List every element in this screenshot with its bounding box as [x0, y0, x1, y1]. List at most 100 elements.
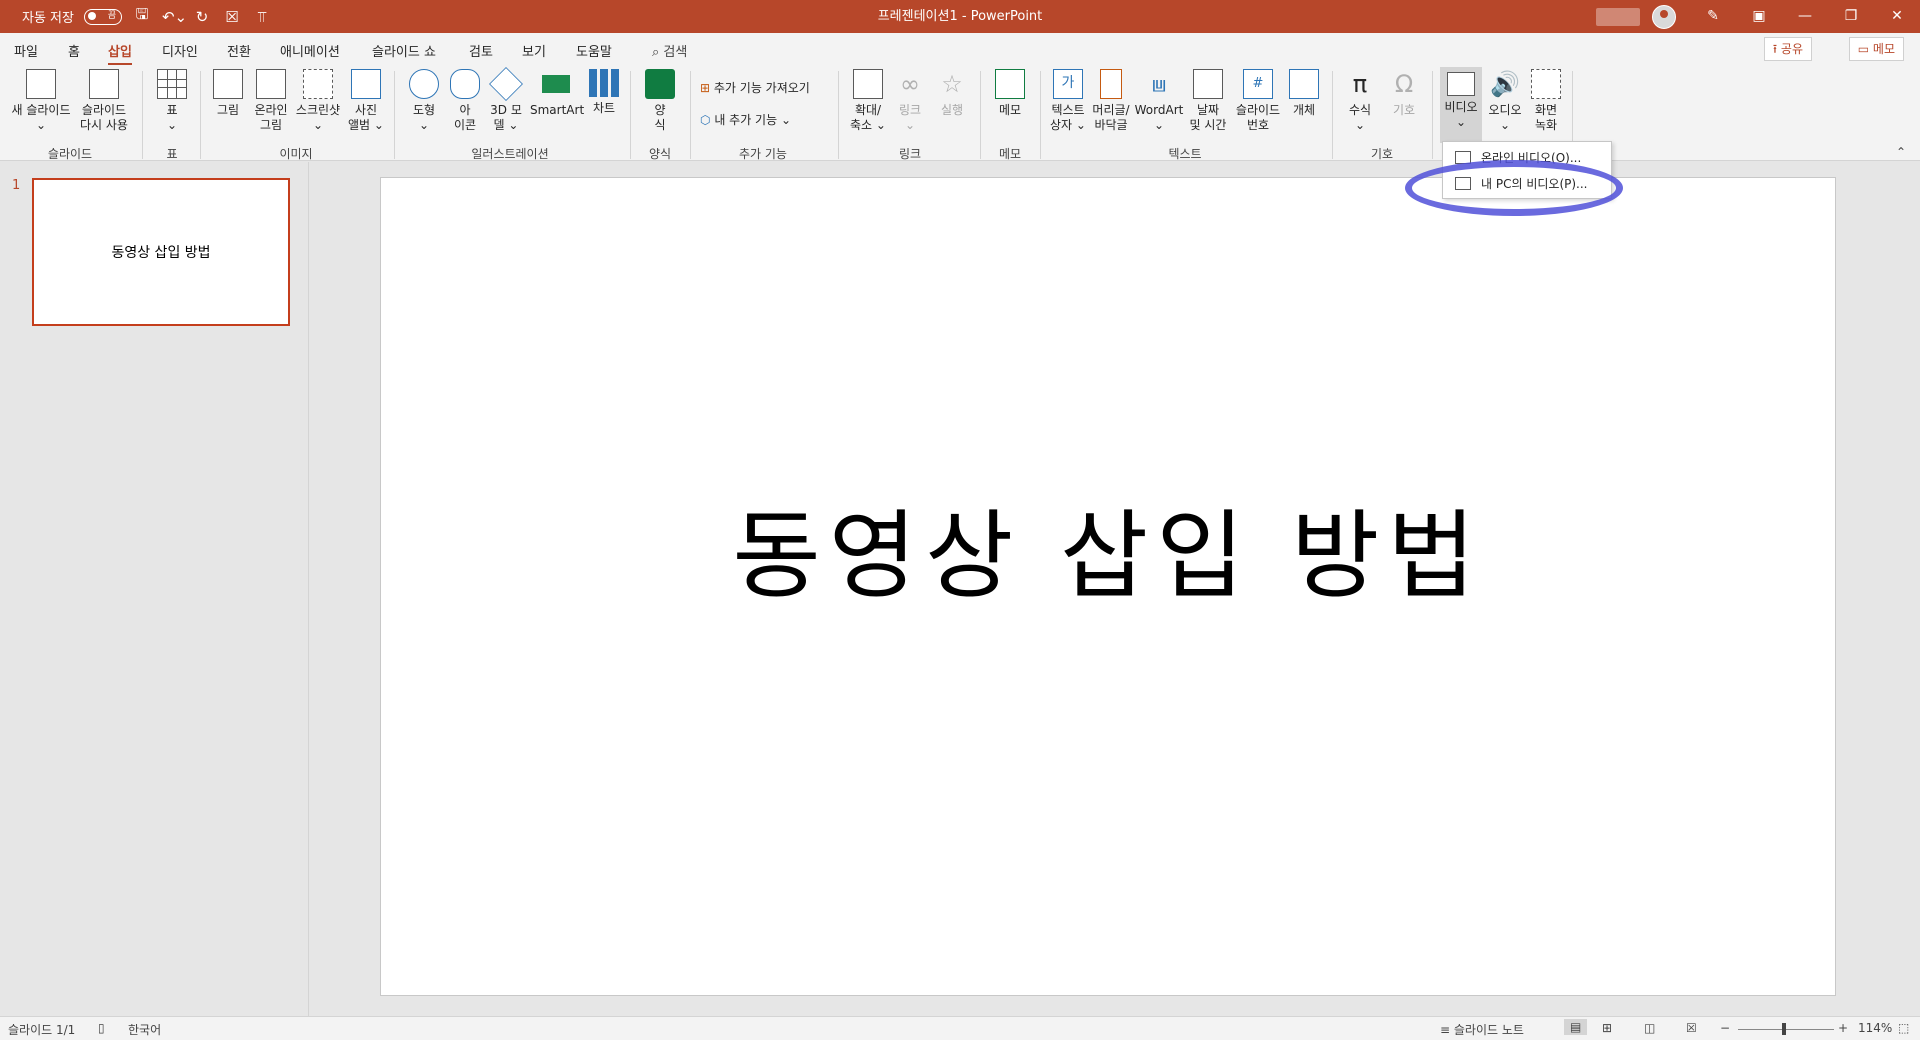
search-box[interactable]: ⌕ 검색 — [652, 41, 687, 60]
equation-button[interactable]: π 수식 ⌄ — [1340, 69, 1380, 133]
tab-transitions[interactable]: 전환 — [227, 41, 251, 60]
slide-thumbnail[interactable]: 동영상 삽입 방법 — [32, 178, 290, 326]
tab-animations[interactable]: 애니메이션 — [280, 41, 340, 60]
slide-number-button[interactable]: # 슬라이드 번호 — [1232, 69, 1284, 133]
icons-button[interactable]: 아 이콘 — [450, 69, 480, 133]
present-from-start-icon[interactable]: ☒ — [222, 8, 242, 26]
action-button[interactable]: ☆ 실행 — [934, 69, 970, 118]
zoom-slider-thumb[interactable] — [1782, 1023, 1786, 1035]
header-footer-icon — [1100, 69, 1122, 99]
slide-canvas[interactable]: 동영상 삽입 방법 — [380, 177, 1836, 996]
screenshot-button[interactable]: 스크린샷 ⌄ — [294, 69, 342, 133]
ribbon-tabs: 파일 홈 삽입 디자인 전환 애니메이션 슬라이드 쇼 검토 보기 도움말 ⌕ … — [0, 33, 1920, 66]
autosave-toggle[interactable]: 끔 — [83, 8, 122, 25]
picture-button[interactable]: 그림 — [208, 69, 248, 118]
pi-icon: π — [1352, 70, 1368, 98]
share-button[interactable]: ⭱ 공유 — [1763, 37, 1812, 61]
reuse-slides-button[interactable]: 슬라이드 다시 사용 — [76, 69, 132, 133]
table-icon — [157, 69, 187, 99]
normal-view-icon[interactable]: ▤ — [1564, 1019, 1588, 1035]
slide-sorter-icon[interactable]: ⊞ — [1602, 1021, 1612, 1035]
video-button[interactable]: 비디오 ⌄ — [1440, 69, 1482, 130]
save-icon[interactable]: 🖫 — [132, 4, 152, 29]
comment-button[interactable]: 메모 — [990, 69, 1030, 118]
undo-icon[interactable]: ↶⌄ — [162, 8, 187, 26]
table-button[interactable]: 표 ⌄ — [150, 69, 194, 133]
photo-album-button[interactable]: 사진 앨범 ⌄ — [344, 69, 388, 133]
avatar[interactable] — [1652, 4, 1676, 29]
zoom-button[interactable]: 확대/축소 ⌄ — [846, 69, 890, 133]
header-footer-button[interactable]: 머리글/바닥글 — [1090, 69, 1132, 133]
wordart-button[interactable]: ⩏ WordArt ⌄ — [1134, 69, 1184, 133]
link-icon: ∞ — [900, 70, 920, 98]
3d-models-button[interactable]: 3D 모델 ⌄ — [486, 67, 526, 133]
audio-button[interactable]: 🔊 오디오 ⌄ — [1484, 69, 1526, 133]
screen-recording-button[interactable]: 화면 녹화 — [1528, 69, 1564, 133]
tab-view[interactable]: 보기 — [522, 41, 546, 60]
symbol-button[interactable]: Ω 기호 — [1384, 69, 1424, 118]
slide-editor: 동영상 삽입 방법 — [310, 162, 1920, 1016]
group-separator — [200, 71, 201, 159]
textbox-icon: 가 — [1053, 69, 1083, 99]
accessibility-icon[interactable]: ▯ — [98, 1021, 105, 1035]
calendar-icon — [1193, 69, 1223, 99]
language-label[interactable]: 한국어 — [128, 1021, 161, 1038]
redo-icon[interactable]: ↻ — [192, 8, 212, 26]
fit-to-window-icon[interactable]: ⬚ — [1898, 1021, 1909, 1035]
autosave-label: 자동 저장 — [22, 11, 74, 26]
group-separator — [394, 71, 395, 159]
forms-icon — [645, 69, 675, 99]
icons-icon — [450, 69, 480, 99]
slide-thumbnail-panel: 1 동영상 삽입 방법 — [0, 162, 309, 1016]
picture-icon — [213, 69, 243, 99]
link-button[interactable]: ∞ 링크 ⌄ — [892, 69, 928, 133]
zoom-out-icon[interactable]: − — [1720, 1021, 1730, 1035]
omega-icon: Ω — [1394, 70, 1414, 98]
new-slide-button[interactable]: 새 슬라이드 ⌄ — [8, 69, 74, 133]
close-button[interactable]: ✕ — [1874, 0, 1920, 33]
slide-count: 슬라이드 1/1 — [8, 1023, 76, 1037]
get-addins-button[interactable]: ⊞ 추가 기능 가져오기 — [700, 79, 810, 96]
new-slide-icon — [26, 69, 56, 99]
slideshow-view-icon[interactable]: ☒ — [1686, 1021, 1697, 1035]
zoom-in-icon[interactable]: + — [1838, 1021, 1848, 1035]
object-button[interactable]: 개체 — [1286, 69, 1322, 118]
collapse-ribbon-icon[interactable]: ⌃ — [1896, 145, 1906, 159]
textbox-button[interactable]: 가 텍스트 상자 ⌄ — [1046, 69, 1090, 133]
shapes-button[interactable]: 도형 ⌄ — [402, 69, 446, 133]
pen-icon[interactable]: ✎ — [1690, 0, 1736, 33]
restore-button[interactable]: ❐ — [1828, 0, 1874, 33]
my-addins-button[interactable]: ⬡ 내 추가 기능 ⌄ — [700, 111, 791, 128]
smartart-button[interactable]: SmartArt — [530, 69, 584, 118]
online-picture-button[interactable]: 온라인 그림 — [250, 69, 292, 133]
account-name[interactable] — [1596, 7, 1640, 26]
search-icon: ⌕ — [652, 45, 660, 60]
zoom-level[interactable]: 114% — [1858, 1021, 1892, 1035]
notes-button[interactable]: ≡ 슬라이드 노트 — [1440, 1021, 1524, 1038]
slide-number-icon: # — [1243, 69, 1273, 99]
comments-button[interactable]: ▭ 메모 — [1848, 37, 1904, 61]
tab-file[interactable]: 파일 — [14, 41, 38, 60]
star-icon: ☆ — [941, 70, 963, 98]
customize-toolbar-icon[interactable]: ⫪ — [252, 8, 272, 26]
zoom-slider-track[interactable] — [1738, 1029, 1834, 1030]
tab-home[interactable]: 홈 — [68, 41, 80, 60]
online-picture-icon — [256, 69, 286, 99]
forms-button[interactable]: 양식 — [640, 69, 680, 133]
tab-help[interactable]: 도움말 — [576, 41, 612, 60]
tab-slideshow[interactable]: 슬라이드 쇼 — [372, 41, 436, 60]
minimize-button[interactable]: — — [1782, 0, 1828, 33]
group-separator — [1432, 71, 1433, 159]
ribbon-display-icon[interactable]: ▣ — [1736, 0, 1782, 33]
ribbon: 새 슬라이드 ⌄ 슬라이드 다시 사용 슬라이드 표 ⌄ 표 그림 온라인 그림 스크린… — [0, 65, 1920, 161]
date-time-button[interactable]: 날짜 및 시간 — [1186, 69, 1230, 133]
slide-title[interactable]: 동영상 삽입 방법 — [381, 478, 1835, 617]
chart-button[interactable]: 차트 — [586, 69, 622, 116]
tab-design[interactable]: 디자인 — [162, 41, 198, 60]
tab-review[interactable]: 검토 — [469, 41, 493, 60]
tab-insert[interactable]: 삽입 — [108, 41, 132, 66]
photo-album-icon — [351, 69, 381, 99]
zoom-icon — [853, 69, 883, 99]
reading-view-icon[interactable]: ◫ — [1644, 1021, 1655, 1035]
group-separator — [690, 71, 691, 159]
